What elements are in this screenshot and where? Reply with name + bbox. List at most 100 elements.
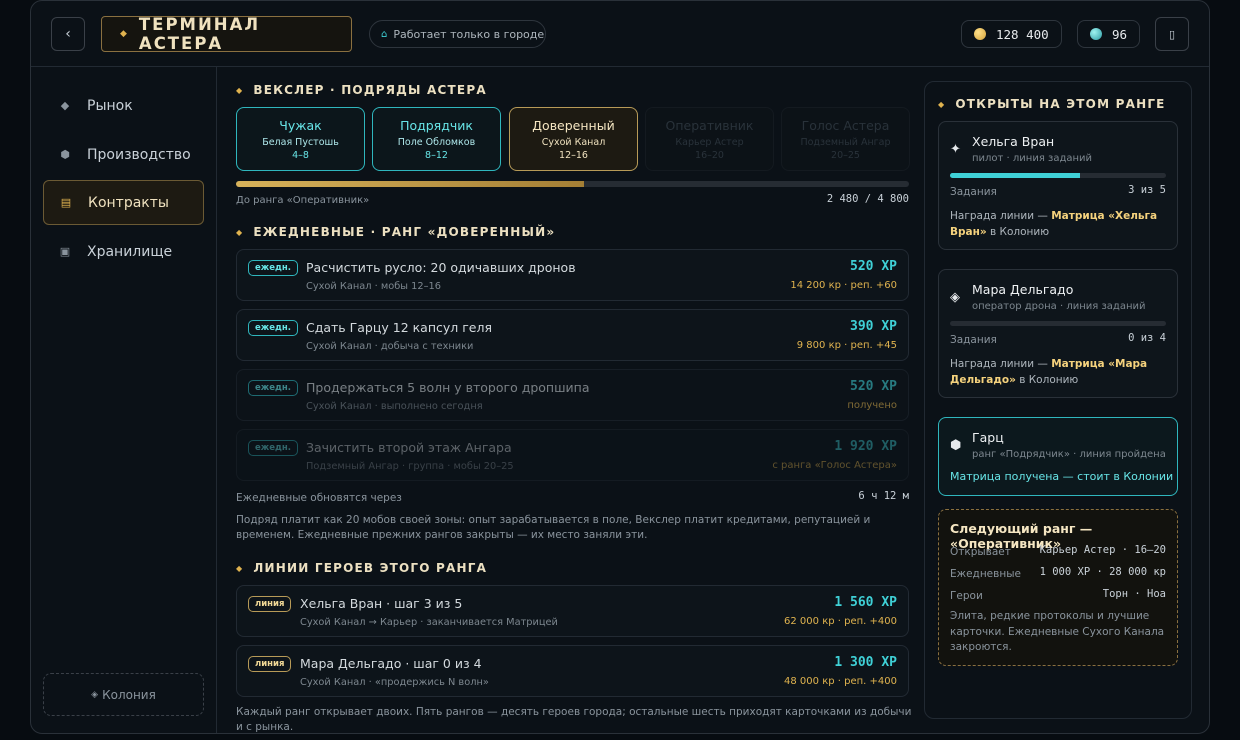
crystals-value: 96 xyxy=(1112,26,1128,42)
rank-levels: 8–12 xyxy=(425,150,448,161)
quest-subtitle: Сухой Канал · мобы 12–16 xyxy=(306,281,441,292)
menu-button[interactable]: ▯ xyxy=(1155,17,1189,51)
next-rank-description: Элита, редкие протоколы и лучшие карточк… xyxy=(950,610,1165,653)
hero-role: оператор дрона · линия заданий xyxy=(972,301,1146,312)
quest-subtitle: Сухой Канал · добыча с техники xyxy=(306,341,474,352)
rank-zone: Поле Обломков xyxy=(397,137,476,148)
reward-suffix: в Колонию xyxy=(1015,374,1079,386)
rank-zone: Карьер Астер xyxy=(675,137,744,148)
rank-card-voice-of-aster[interactable]: Голос Астера Подземный Ангар 20–25 xyxy=(781,107,910,171)
city-only-text: Работает только в городе xyxy=(393,27,545,41)
tasks-value: 0 из 4 xyxy=(1128,332,1166,344)
next-rank-row-label: Открывает xyxy=(950,546,1011,558)
sidebar-item-production[interactable]: ⬢ Производство xyxy=(43,132,204,177)
sidebar-item-storage[interactable]: ▣ Хранилище xyxy=(43,229,204,274)
line-reward: 62 000 кр · реп. +400 xyxy=(784,616,897,627)
line-reward-text: Награда линии — Матрица «Хельга Вран» в … xyxy=(950,208,1165,240)
line-subtitle: Сухой Канал → Карьер · заканчивается Мат… xyxy=(300,617,558,628)
credits-counter: 128 400 xyxy=(961,20,1062,48)
next-rank-row-value: Торн · Ноа xyxy=(1102,588,1166,600)
hero-card-mara[interactable]: ◈ Мара Дельгадо оператор дрона · линия з… xyxy=(938,269,1178,398)
section-title-ranks: ◆ ВЕКСЛЕР · ПОДРЯДЫ АСТЕРА xyxy=(236,83,487,97)
drone-icon: ◈ xyxy=(950,290,960,305)
hexagon-icon: ⬢ xyxy=(60,148,70,161)
tasks-value: 3 из 5 xyxy=(1128,184,1166,196)
rank-name: Оперативник xyxy=(665,118,754,133)
daily-badge: ежедн. xyxy=(248,380,298,396)
rank-card-operative[interactable]: Оперативник Карьер Астер 16–20 xyxy=(645,107,774,171)
quest-subtitle: Подземный Ангар · группа · мобы 20–25 xyxy=(306,461,514,472)
section-title-hero-lines: ◆ ЛИНИИ ГЕРОЕВ ЭТОГО РАНГА xyxy=(236,561,487,575)
daily-quest-card[interactable]: ежедн. Расчистить русло: 20 одичавших др… xyxy=(236,249,909,301)
diamond-icon: ◆ xyxy=(60,99,70,112)
quest-title: Сдать Гарцу 12 капсул геля xyxy=(306,320,493,335)
rank-name: Подрядчик xyxy=(400,118,473,133)
hero-line-status: Матрица получена — стоит в Колонии xyxy=(950,470,1174,483)
sidebar: ◆ Рынок ⬢ Производство ▤ Контракты ▣ Хра… xyxy=(31,67,217,733)
quest-title: Продержаться 5 волн у второго дропшипа xyxy=(306,380,590,395)
box-icon: ▣ xyxy=(59,245,71,258)
quest-subtitle: Сухой Канал · выполнено сегодня xyxy=(306,401,483,412)
daily-badge: ежедн. xyxy=(248,320,298,336)
line-xp: 1 300 XP xyxy=(834,655,897,670)
rank-card-contractor[interactable]: Подрядчик Поле Обломков 8–12 xyxy=(372,107,501,171)
rank-name: Чужак xyxy=(279,118,322,133)
hero-card-garts[interactable]: ⬢ Гарц ранг «Подрядчик» · линия пройдена… xyxy=(938,417,1178,496)
quest-xp: 390 XP xyxy=(850,319,897,334)
rank-levels: 12–16 xyxy=(559,150,588,161)
rank-progress-fill xyxy=(236,181,584,187)
line-subtitle: Сухой Канал · «продержись N волн» xyxy=(300,677,489,688)
rank-zone: Сухой Канал xyxy=(541,137,606,148)
panel-icon: ▯ xyxy=(1168,27,1176,41)
daily-quest-card-locked[interactable]: ежедн. Зачистить второй этаж Ангара Подз… xyxy=(236,429,909,481)
quest-title: Зачистить второй этаж Ангара xyxy=(306,440,512,455)
line-xp: 1 560 XP xyxy=(834,595,897,610)
daily-badge: ежедн. xyxy=(248,440,298,456)
rank-name: Доверенный xyxy=(532,118,615,133)
rank-name: Голос Астера xyxy=(801,118,890,133)
sparkle-icon: ✦ xyxy=(950,142,961,157)
colony-button[interactable]: ◈ Колония xyxy=(43,673,204,716)
quest-xp: 520 XP xyxy=(850,259,897,274)
sidebar-item-label: Хранилище xyxy=(87,243,173,260)
daily-refresh-timer: 6 ч 12 м xyxy=(858,490,909,502)
hero-line-card[interactable]: линия Хельга Вран · шаг 3 из 5 Сухой Кан… xyxy=(236,585,909,637)
terminal-window: ‹ ◆ ТЕРМИНАЛ АСТЕРА ⌂ Работает только в … xyxy=(30,0,1210,734)
rank-card-trusted[interactable]: Доверенный Сухой Канал 12–16 xyxy=(509,107,638,171)
panel-title-text: ОТКРЫТЫ НА ЭТОМ РАНГЕ xyxy=(955,97,1166,111)
section-title-text: ВЕКСЛЕР · ПОДРЯДЫ АСТЕРА xyxy=(253,83,487,97)
hero-name: Гарц xyxy=(972,430,1004,445)
page-title: ◆ ТЕРМИНАЛ АСТЕРА xyxy=(101,15,352,53)
unlocked-heroes-panel: ◆ ОТКРЫТЫ НА ЭТОМ РАНГЕ ✦ Хельга Вран пи… xyxy=(924,81,1192,719)
panel-title: ◆ ОТКРЫТЫ НА ЭТОМ РАНГЕ xyxy=(938,97,1166,111)
next-rank-card: Следующий ранг — «Оперативник» Открывает… xyxy=(938,509,1178,666)
hero-name: Мара Дельгадо xyxy=(972,282,1074,297)
next-rank-row-value: 1 000 XP · 28 000 кр xyxy=(1039,566,1166,578)
hero-lines-footer: Каждый ранг открывает двоих. Пять рангов… xyxy=(236,706,912,733)
daily-quest-card[interactable]: ежедн. Сдать Гарцу 12 капсул геля Сухой … xyxy=(236,309,909,361)
rank-levels: 20–25 xyxy=(831,150,860,161)
home-icon: ⌂ xyxy=(381,28,388,40)
hero-progress-bar xyxy=(950,173,1166,178)
quest-reward: получено xyxy=(847,400,897,411)
section-title-dailies: ◆ ЕЖЕДНЕВНЫЕ · РАНГ «ДОВЕРЕННЫЙ» xyxy=(236,225,555,239)
hero-line-card[interactable]: линия Мара Дельгадо · шаг 0 из 4 Сухой К… xyxy=(236,645,909,697)
line-reward: 48 000 кр · реп. +400 xyxy=(784,676,897,687)
back-button[interactable]: ‹ xyxy=(51,17,85,51)
hero-card-helga[interactable]: ✦ Хельга Вран пилот · линия заданий Зада… xyxy=(938,121,1178,250)
dailies-note: Подряд платит как 20 мобов своей зоны: о… xyxy=(236,514,871,541)
rank-progress-label: До ранга «Оперативник» xyxy=(236,195,370,206)
line-title: Мара Дельгадо · шаг 0 из 4 xyxy=(300,656,482,671)
city-only-badge: ⌂ Работает только в городе xyxy=(369,20,546,48)
sidebar-item-contracts[interactable]: ▤ Контракты xyxy=(43,180,204,225)
quest-reward: 14 200 кр · реп. +60 xyxy=(790,280,897,291)
next-rank-row-label: Герои xyxy=(950,590,983,602)
daily-quest-card-completed[interactable]: ежедн. Продержаться 5 волн у второго дро… xyxy=(236,369,909,421)
sidebar-item-market[interactable]: ◆ Рынок xyxy=(43,83,204,128)
section-title-text: ЛИНИИ ГЕРОЕВ ЭТОГО РАНГА xyxy=(253,561,488,575)
rank-card-stranger[interactable]: Чужак Белая Пустошь 4–8 xyxy=(236,107,365,171)
rank-zone: Подземный Ангар xyxy=(800,137,891,148)
section-title-text: ЕЖЕДНЕВНЫЕ · РАНГ «ДОВЕРЕННЫЙ» xyxy=(253,225,556,239)
header: ‹ ◆ ТЕРМИНАЛ АСТЕРА ⌂ Работает только в … xyxy=(31,1,1209,67)
hero-role: пилот · линия заданий xyxy=(972,153,1093,164)
